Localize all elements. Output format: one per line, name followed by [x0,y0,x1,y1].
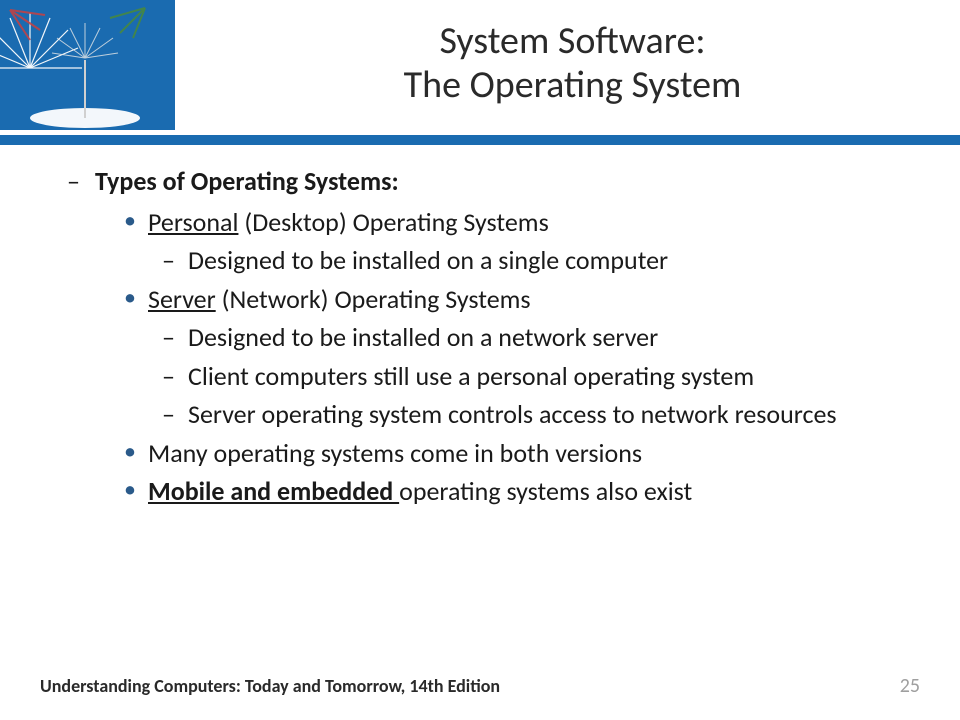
bullet-personal: Personal (Desktop) Operating Systems [148,206,910,239]
bullet-mobile: Mobile and embedded operating systems al… [148,475,910,508]
slide-title: System Software: The Operating System [175,0,960,107]
mobile-underline: Mobile and embedded [148,475,399,507]
server-sub-3: Server operating system controls access … [188,398,910,431]
heading-text: Types of Operating Systems: [95,165,399,197]
slide-footer: Understanding Computers: Today and Tomor… [40,674,920,698]
logo-image [0,0,175,130]
server-rest: (Network) Operating Systems [216,283,531,315]
slide-header: System Software: The Operating System [0,0,960,135]
title-line-1: System Software: [215,20,930,64]
heading-item: Types of Operating Systems: [95,165,910,198]
server-underline: Server [148,283,216,315]
footer-text: Understanding Computers: Today and Tomor… [40,675,500,697]
personal-sub-1: Designed to be installed on a single com… [188,244,910,277]
page-number: 25 [900,674,920,698]
bullet-many: Many operating systems come in both vers… [148,437,910,470]
personal-rest: (Desktop) Operating Systems [238,206,548,238]
personal-underline: Personal [148,206,238,238]
server-sub-2: Client computers still use a personal op… [188,360,910,393]
mobile-rest: operating systems also exist [399,475,692,507]
bullet-server: Server (Network) Operating Systems [148,283,910,316]
title-line-2: The Operating System [215,64,930,108]
server-sub-1: Designed to be installed on a network se… [188,321,910,354]
slide-content: Types of Operating Systems: Personal (De… [0,135,960,508]
divider-bar [0,135,960,145]
